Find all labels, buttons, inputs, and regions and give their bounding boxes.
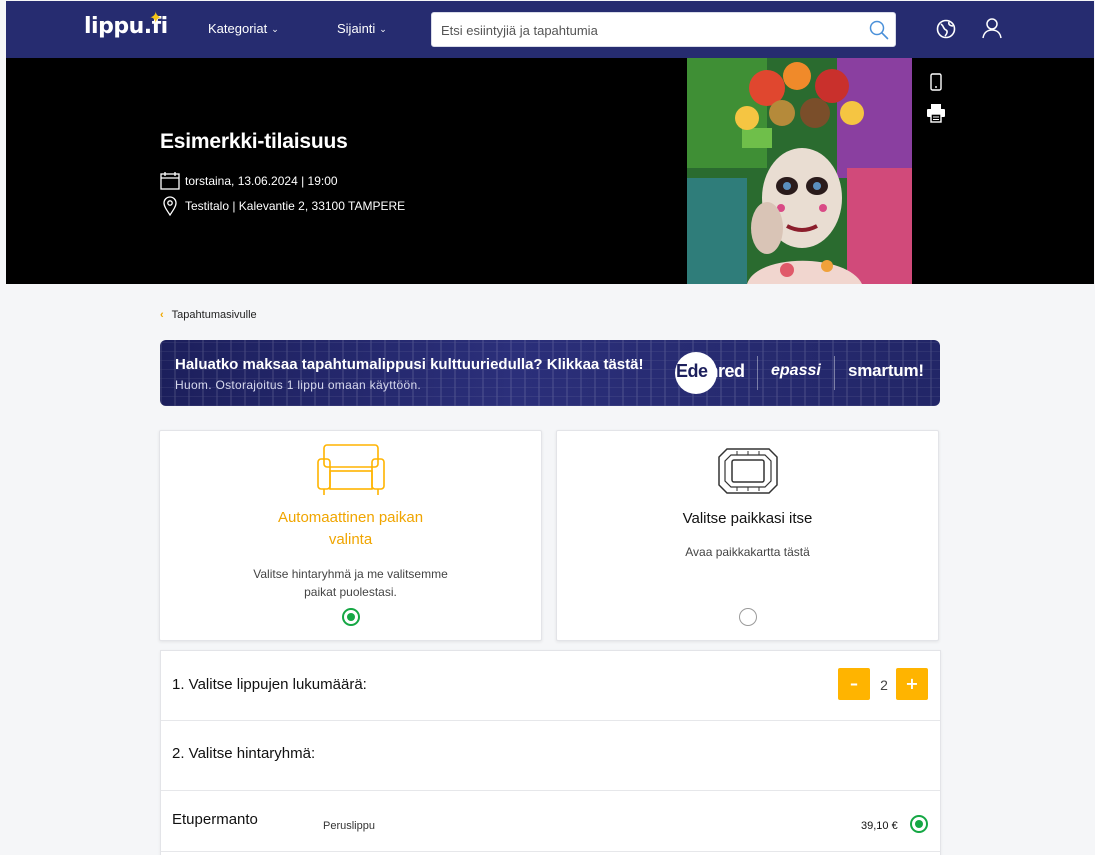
banner-pattern — [160, 340, 940, 406]
smartum-logo: smartum! — [848, 361, 924, 380]
banner-heading: Haluatko maksaa tapahtumalippusi kulttuu… — [175, 356, 644, 373]
nav-sijainti[interactable]: Sijainti ⌄ — [337, 21, 387, 36]
back-link-label: Tapahtumasivulle — [171, 309, 257, 321]
price-zone-name: Etupermanto — [172, 811, 258, 828]
location-pin-icon — [163, 196, 177, 216]
nav-kategoriat[interactable]: Kategoriat ⌄ — [208, 21, 279, 36]
step-quantity-label: 1. Valitse lippujen lukumäärä: — [172, 676, 367, 693]
quantity-decrease-button[interactable]: – — [838, 668, 870, 700]
pick-seat-radio[interactable] — [739, 608, 757, 626]
nav-sijainti-label: Sijainti — [337, 21, 376, 36]
auto-seat-radio[interactable] — [342, 608, 360, 626]
print-icon[interactable] — [926, 103, 946, 123]
event-hero: Esimerkki-tilaisuus torstaina, 13.06.202… — [6, 58, 1094, 284]
step-quantity-row: 1. Valitse lippujen lukumäärä: – 2 + — [161, 651, 940, 721]
event-date: torstaina, 13.06.2024 | 19:00 — [185, 174, 338, 188]
price-row-radio[interactable] — [910, 815, 928, 833]
quantity-value: 2 — [880, 677, 888, 693]
search-icon[interactable] — [869, 20, 889, 40]
banner-subtext: Huom. Ostorajoitus 1 lippu omaan käyttöö… — [175, 378, 422, 392]
epassi-logo: epassi — [771, 362, 821, 379]
sofa-icon — [316, 444, 385, 495]
mobile-icon[interactable] — [926, 72, 946, 92]
partner-divider — [834, 356, 835, 390]
top-navigation: lippu.fi ✦ Kategoriat ⌄ Sijainti ⌄ — [6, 1, 1094, 58]
nav-kategoriat-label: Kategoriat — [208, 21, 268, 36]
culture-benefit-banner[interactable]: Haluatko maksaa tapahtumalippusi kulttuu… — [160, 340, 940, 406]
chevron-left-icon: ‹ — [160, 309, 164, 321]
logo-star-icon: ✦ — [149, 10, 163, 27]
pick-seat-description: Avaa paikkakartta tästä — [685, 545, 810, 559]
search-input[interactable] — [441, 21, 851, 39]
pick-seat-option-card[interactable]: Valitse paikkasi itse Avaa paikkakartta … — [556, 430, 939, 641]
back-to-event-link[interactable]: ‹ Tapahtumasivulle — [160, 309, 257, 321]
auto-seat-title: Automaattinen paikan valinta — [277, 509, 424, 548]
user-icon[interactable] — [981, 17, 1003, 39]
step-price-group-row: 2. Valitse hintaryhmä: — [161, 721, 940, 791]
event-location: Testitalo | Kalevantie 2, 33100 TAMPERE — [185, 199, 406, 213]
chevron-down-icon: ⌄ — [379, 24, 387, 34]
pick-seat-title: Valitse paikkasi itse — [682, 510, 813, 527]
partner-divider — [757, 356, 758, 390]
seat-map-icon — [717, 448, 778, 494]
event-location-row: Testitalo | Kalevantie 2, 33100 TAMPERE — [160, 196, 405, 216]
event-title: Esimerkki-tilaisuus — [160, 130, 348, 153]
edenred-logo: Edenred — [676, 361, 745, 381]
price-row[interactable]: Etupermanto Peruslippu 39,10 € — [161, 791, 940, 852]
calendar-icon — [160, 172, 180, 190]
ticket-steps-panel: 1. Valitse lippujen lukumäärä: – 2 + 2. … — [160, 650, 941, 855]
auto-seat-option-card[interactable]: Automaattinen paikan valinta Valitse hin… — [159, 430, 542, 641]
search-box — [431, 12, 896, 47]
event-date-row: torstaina, 13.06.2024 | 19:00 — [160, 171, 338, 191]
step-price-group-label: 2. Valitse hintaryhmä: — [172, 745, 316, 762]
ticket-price: 39,10 € — [861, 820, 898, 832]
globe-icon[interactable] — [936, 19, 956, 39]
event-image — [687, 58, 912, 284]
chevron-down-icon: ⌄ — [271, 24, 279, 34]
auto-seat-description: Valitse hintaryhmä ja me valitsemme paik… — [253, 567, 448, 599]
ticket-type: Peruslippu — [323, 820, 375, 832]
quantity-increase-button[interactable]: + — [896, 668, 928, 700]
